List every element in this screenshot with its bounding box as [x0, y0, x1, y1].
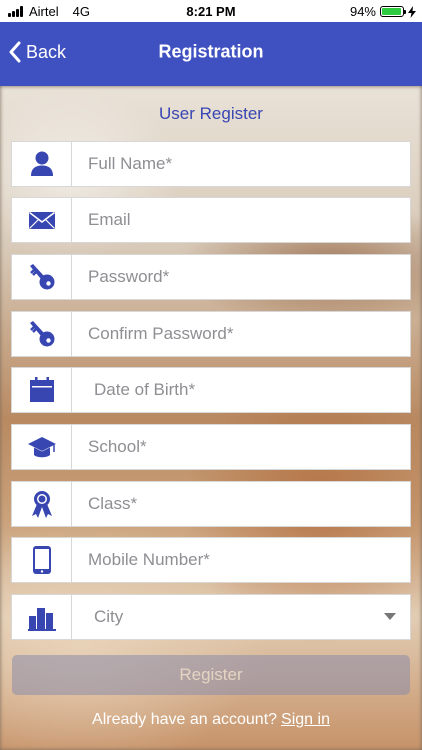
mobile-field	[11, 537, 411, 583]
mobile-phone-icon	[32, 546, 51, 574]
navigation-bar: Back Registration	[0, 22, 422, 86]
charging-bolt-icon	[408, 5, 416, 18]
award-ribbon-icon	[31, 491, 52, 518]
register-button[interactable]: Register	[12, 655, 410, 695]
user-icon	[30, 151, 53, 176]
full-name-field	[11, 141, 411, 187]
status-right: 94%	[350, 4, 416, 19]
class-field	[11, 481, 411, 527]
form-subtitle: User Register	[159, 104, 263, 123]
dob-field	[11, 367, 411, 413]
school-input[interactable]	[72, 425, 410, 469]
battery-percent: 94%	[349, 4, 376, 19]
page-title: Registration	[158, 41, 264, 62]
email-input[interactable]	[72, 198, 410, 242]
school-field	[11, 424, 411, 470]
caret-down-icon	[384, 613, 396, 620]
dob-input[interactable]	[72, 368, 410, 412]
key-icon	[29, 264, 54, 290]
status-bar: Airtel 4G 8:21 PM 94%	[0, 0, 422, 22]
city-buildings-icon	[27, 608, 56, 631]
battery-icon	[380, 6, 406, 17]
graduation-cap-icon	[27, 437, 56, 458]
password-input[interactable]	[72, 255, 410, 299]
confirm-password-field	[11, 311, 411, 357]
key-icon	[29, 321, 54, 347]
city-select-value: City	[94, 607, 124, 626]
envelope-icon	[28, 211, 55, 229]
email-field	[11, 197, 411, 243]
signin-prompt-row: Already have an account? Sign in	[0, 711, 422, 729]
signin-prompt: Already have an account?	[92, 711, 278, 728]
password-field	[11, 254, 411, 300]
confirm-password-input[interactable]	[72, 312, 410, 356]
city-select[interactable]: City	[11, 594, 411, 640]
calendar-icon	[29, 377, 54, 402]
signin-link[interactable]: Sign in	[281, 711, 330, 728]
mobile-number-input[interactable]	[72, 538, 410, 582]
class-input[interactable]	[72, 482, 410, 526]
full-name-input[interactable]	[72, 142, 410, 186]
